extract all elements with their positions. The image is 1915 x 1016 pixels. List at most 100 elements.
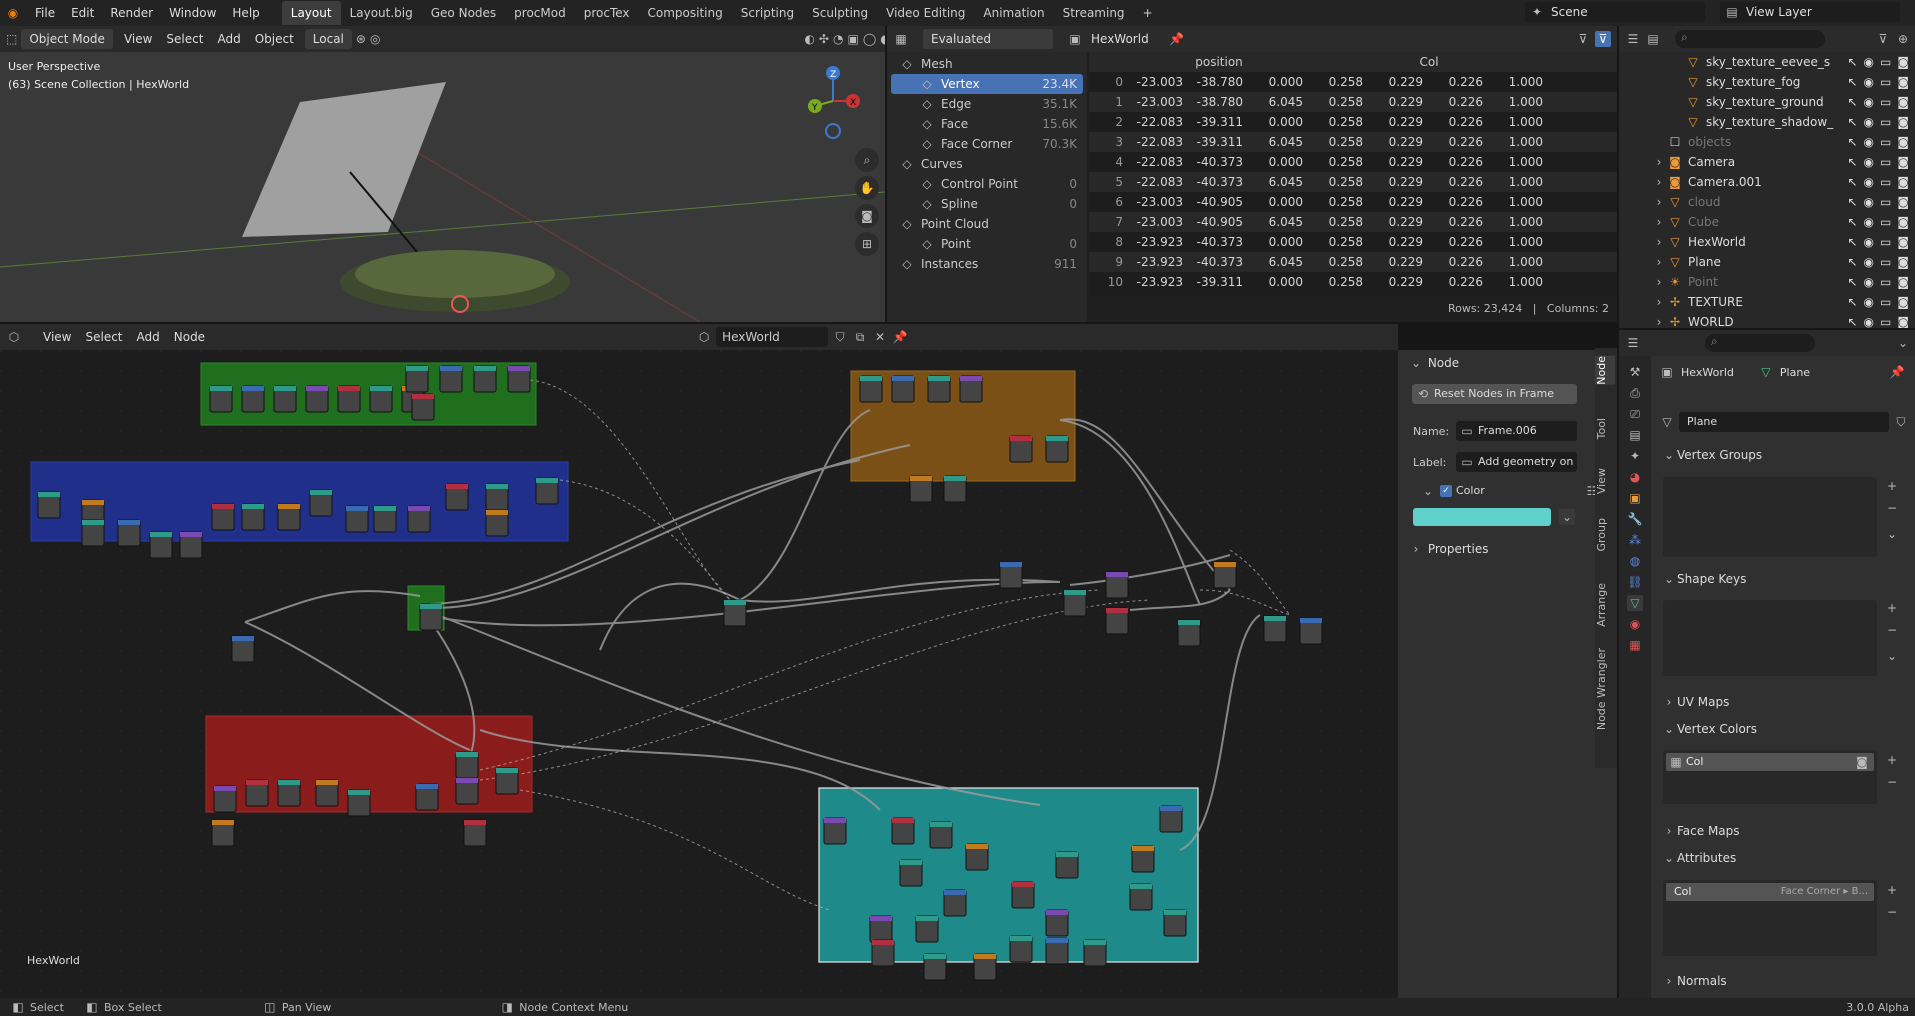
- evaluated-dropdown[interactable]: Evaluated: [923, 29, 1053, 49]
- workspace-tab-geo-nodes[interactable]: Geo Nodes: [422, 1, 505, 25]
- data-tab-icon[interactable]: ▽: [1627, 595, 1643, 611]
- render-tab-icon[interactable]: ⎙: [1627, 385, 1643, 401]
- render-disable-icon[interactable]: ◙: [1897, 92, 1909, 112]
- particles-tab-icon[interactable]: ⁂: [1627, 532, 1643, 548]
- vertex-colors-list[interactable]: ▦ Col ◙: [1663, 750, 1877, 804]
- filter-icon[interactable]: ⊽: [1875, 31, 1891, 47]
- eye-icon[interactable]: ◉: [1864, 92, 1874, 112]
- node-menu-node[interactable]: Node: [167, 330, 212, 344]
- viewport-disable-icon[interactable]: ▭: [1880, 232, 1891, 252]
- outliner-item-hexworld[interactable]: › ▽ HexWorld ↖ ◉ ▭ ◙: [1619, 232, 1915, 252]
- select-toggle-icon[interactable]: ↖: [1847, 232, 1857, 252]
- fake-user-icon[interactable]: ⛉: [832, 329, 848, 345]
- view-layer-tab-icon[interactable]: ▤: [1627, 427, 1643, 443]
- active-render-icon[interactable]: ◙: [1854, 754, 1870, 770]
- pin-icon[interactable]: 📌: [1169, 31, 1185, 47]
- face-maps-header[interactable]: › Face Maps: [1651, 818, 1915, 844]
- workspace-tab-layout[interactable]: Layout: [281, 1, 341, 25]
- domain-item-face[interactable]: ◇ Face 15.6K: [891, 114, 1083, 134]
- expand-icon[interactable]: ›: [1651, 274, 1667, 290]
- new-collection-icon[interactable]: ⊕: [1895, 31, 1911, 47]
- viewport-disable-icon[interactable]: ▭: [1880, 252, 1891, 272]
- filter-active-icon[interactable]: ⊽: [1595, 31, 1611, 47]
- remove-icon[interactable]: −: [1884, 500, 1900, 516]
- chevron-down-icon[interactable]: ⌄: [1884, 526, 1900, 542]
- filter-icon[interactable]: ⊽: [1575, 31, 1591, 47]
- outliner-item-sky-texture-ground[interactable]: ▽ sky_texture_ground ↖ ◉ ▭ ◙: [1619, 92, 1915, 112]
- viewport-menu-object[interactable]: Object: [248, 32, 301, 46]
- visibility-icon[interactable]: ◐: [804, 31, 814, 47]
- modifier-tab-icon[interactable]: 🔧: [1627, 511, 1643, 527]
- sidebar-tab-view[interactable]: View: [1595, 468, 1615, 494]
- vertex-colors-header[interactable]: ⌄ Vertex Colors: [1651, 716, 1915, 742]
- expand-icon[interactable]: ›: [1651, 194, 1667, 210]
- shape-keys-header[interactable]: ⌄ Shape Keys: [1651, 566, 1915, 592]
- sidebar-tab-group[interactable]: Group: [1595, 518, 1615, 552]
- workspace-tab-video-editing[interactable]: Video Editing: [877, 1, 974, 25]
- eye-icon[interactable]: ◉: [1864, 192, 1874, 212]
- label-field[interactable]: ▭ Add geometry on ...: [1456, 452, 1577, 472]
- zoom-icon[interactable]: ⌕: [855, 148, 879, 172]
- expand-icon[interactable]: [1651, 134, 1667, 150]
- orientation-dropdown[interactable]: Local: [304, 29, 352, 49]
- eye-icon[interactable]: ◉: [1864, 252, 1874, 272]
- sidebar-tab-node[interactable]: Node: [1595, 356, 1615, 385]
- color-subpanel-header[interactable]: ⌄ ✓ Color ☷: [1420, 481, 1600, 501]
- select-toggle-icon[interactable]: ↖: [1847, 152, 1857, 172]
- remove-icon[interactable]: −: [1884, 622, 1900, 638]
- add-icon[interactable]: +: [1884, 882, 1900, 898]
- menu-window[interactable]: Window: [161, 1, 224, 25]
- viewport-disable-icon[interactable]: ▭: [1880, 92, 1891, 112]
- workspace-tab-proctex[interactable]: procTex: [575, 1, 639, 25]
- menu-help[interactable]: Help: [224, 1, 267, 25]
- node-tree-field[interactable]: HexWorld: [716, 327, 829, 347]
- menu-edit[interactable]: Edit: [63, 1, 102, 25]
- node-canvas[interactable]: [0, 350, 1398, 998]
- world-tab-icon[interactable]: ◕: [1627, 469, 1643, 485]
- xray-icon[interactable]: ▣: [847, 31, 858, 47]
- render-disable-icon[interactable]: ◙: [1897, 252, 1909, 272]
- expand-icon[interactable]: ›: [1651, 214, 1667, 230]
- texture-tab-icon[interactable]: ▦: [1627, 637, 1643, 653]
- blender-logo-icon[interactable]: ◉: [5, 5, 21, 21]
- editor-type-icon[interactable]: ⬚: [6, 31, 17, 47]
- workspace-tab-scripting[interactable]: Scripting: [732, 1, 803, 25]
- viewport-disable-icon[interactable]: ▭: [1880, 52, 1891, 72]
- select-toggle-icon[interactable]: ↖: [1847, 72, 1857, 92]
- outliner-item-cube[interactable]: › ▽ Cube ↖ ◉ ▭ ◙: [1619, 212, 1915, 232]
- camera-view-icon[interactable]: ◙: [855, 204, 879, 228]
- fake-user-icon[interactable]: ⛉: [1893, 414, 1909, 430]
- select-toggle-icon[interactable]: ↖: [1847, 132, 1857, 152]
- color-dropdown-icon[interactable]: ⌄: [1559, 509, 1575, 525]
- sidebar-tab-arrange[interactable]: Arrange: [1595, 583, 1615, 627]
- select-toggle-icon[interactable]: ↖: [1847, 272, 1857, 292]
- outliner-item-plane[interactable]: › ▽ Plane ↖ ◉ ▭ ◙: [1619, 252, 1915, 272]
- outliner-item-texture[interactable]: › ✢ TEXTURE ↖ ◉ ▭ ◙: [1619, 292, 1915, 312]
- select-toggle-icon[interactable]: ↖: [1847, 252, 1857, 272]
- editor-type-icon[interactable]: ☰: [1625, 335, 1641, 351]
- render-disable-icon[interactable]: ◙: [1897, 272, 1909, 292]
- eye-icon[interactable]: ◉: [1864, 212, 1874, 232]
- domain-item-face-corner[interactable]: ◇ Face Corner 70.3K: [891, 134, 1083, 154]
- vertex-groups-list[interactable]: [1663, 477, 1877, 557]
- outliner-item-objects[interactable]: ☐ objects ↖ ◉ ▭ ◙: [1619, 132, 1915, 152]
- domain-item-vertex[interactable]: ◇ Vertex 23.4K: [891, 74, 1083, 94]
- domain-item-curves[interactable]: ◇ Curves: [891, 154, 1083, 174]
- color-checkbox[interactable]: ✓: [1440, 485, 1452, 497]
- chevron-down-icon[interactable]: ⌄: [1884, 648, 1900, 664]
- viewport-disable-icon[interactable]: ▭: [1880, 132, 1891, 152]
- sidebar-tab-tool[interactable]: Tool: [1595, 418, 1615, 439]
- eye-icon[interactable]: ◉: [1864, 52, 1874, 72]
- pan-icon[interactable]: ✋: [855, 176, 879, 200]
- view-layer-selector[interactable]: ▤ View Layer: [1720, 2, 1900, 22]
- eye-icon[interactable]: ◉: [1864, 172, 1874, 192]
- output-tab-icon[interactable]: ⎚: [1627, 406, 1643, 422]
- uv-maps-header[interactable]: › UV Maps: [1651, 689, 1915, 715]
- outliner-item-cloud[interactable]: › ▽ cloud ↖ ◉ ▭ ◙: [1619, 192, 1915, 212]
- render-disable-icon[interactable]: ◙: [1897, 232, 1909, 252]
- select-toggle-icon[interactable]: ↖: [1847, 312, 1857, 328]
- mode-dropdown[interactable]: Object Mode: [21, 29, 113, 49]
- ortho-toggle-icon[interactable]: ⊞: [855, 232, 879, 256]
- viewport-menu-select[interactable]: Select: [159, 32, 210, 46]
- domain-item-edge[interactable]: ◇ Edge 35.1K: [891, 94, 1083, 114]
